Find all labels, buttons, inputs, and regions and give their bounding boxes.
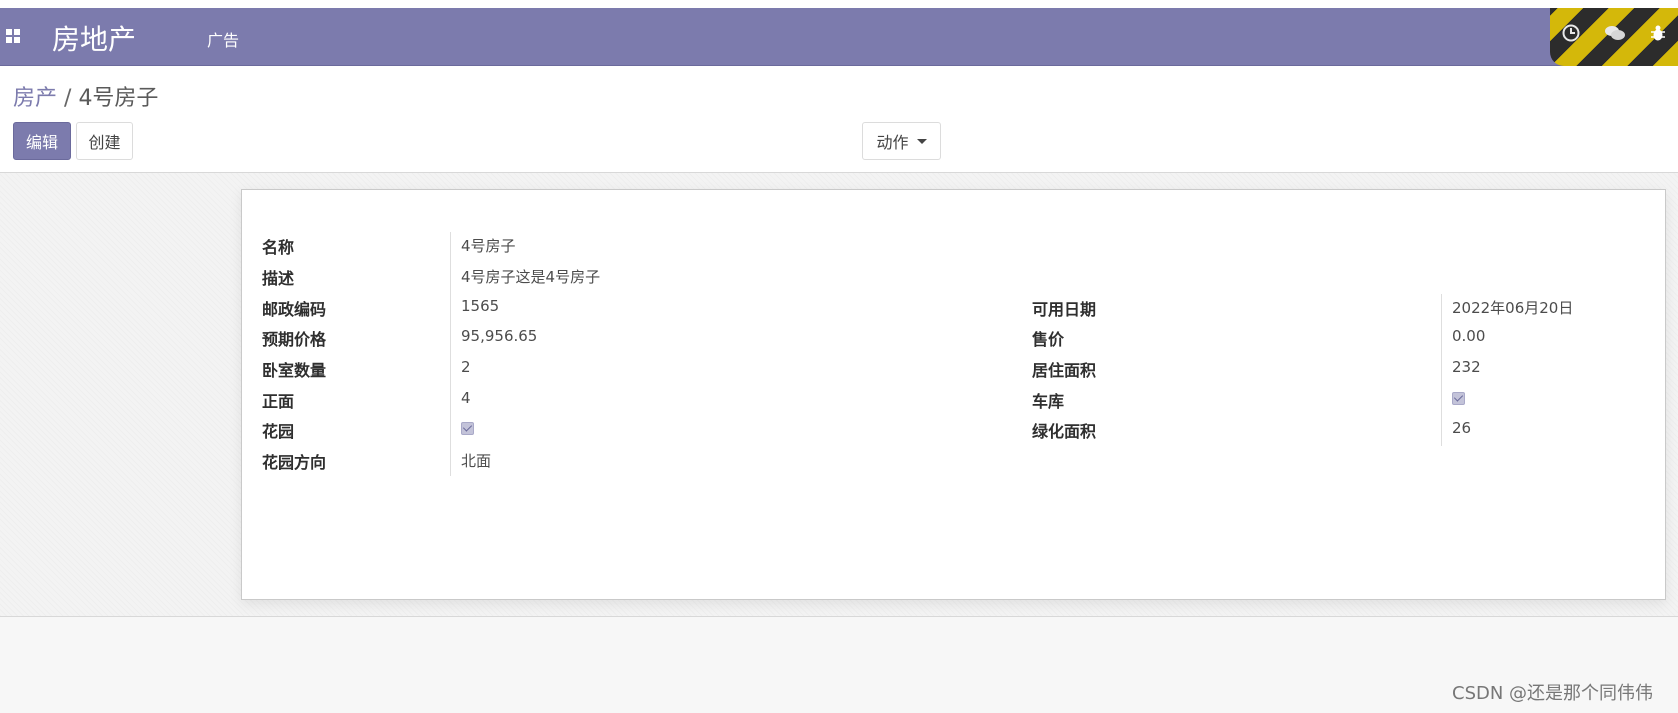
garden-orientation-label: 花园方向 (262, 453, 327, 472)
form-sheet: 名称 4号房子 描述 4号房子这是4号房子 邮政编码 1565 预期价格 95,… (241, 189, 1666, 600)
description-label: 描述 (262, 269, 295, 288)
expected-price-value: 95,956.65 (461, 327, 538, 345)
action-dropdown-button[interactable]: 动作 (862, 122, 941, 160)
action-label: 动作 (876, 133, 909, 152)
app-brand[interactable]: 房地产 (52, 18, 136, 58)
living-area-label: 居住面积 (1032, 361, 1097, 380)
breadcrumb-current: 4号房子 (78, 86, 159, 111)
facades-value: 4 (461, 389, 471, 407)
menu-item-ads[interactable]: 广告 (207, 27, 239, 51)
postcode-value: 1565 (461, 297, 500, 315)
breadcrumb-parent[interactable]: 房产 (13, 86, 57, 111)
date-available-label: 可用日期 (1032, 300, 1097, 319)
postcode-label: 邮政编码 (262, 300, 327, 319)
csdn-watermark: CSDN @还是那个同伟伟 (1452, 683, 1654, 704)
breadcrumb-separator: / (64, 86, 72, 111)
facades-label: 正面 (262, 392, 295, 411)
garden-area-label: 绿化面积 (1032, 422, 1097, 441)
garden-orientation-value: 北面 (461, 452, 492, 470)
selling-price-value: 0.00 (1452, 327, 1486, 345)
selling-price-label: 售价 (1032, 330, 1065, 349)
bedrooms-value: 2 (461, 358, 471, 376)
apps-grid-icon[interactable] (6, 29, 21, 44)
breadcrumb: 房产 / 4号房子 (13, 80, 158, 112)
top-navbar: 房地产 广告 (0, 8, 1678, 66)
garden-checkbox (461, 422, 474, 435)
garage-checkbox (1452, 392, 1465, 405)
date-available-value: 2022年06月20日 (1452, 299, 1574, 317)
expected-price-label: 预期价格 (262, 330, 327, 349)
garage-label: 车库 (1032, 392, 1065, 411)
name-value: 4号房子 (461, 237, 516, 255)
right-group-divider (1441, 294, 1442, 446)
garden-label: 花园 (262, 422, 295, 441)
caret-down-icon (916, 138, 927, 144)
bedrooms-label: 卧室数量 (262, 361, 327, 380)
top-strip (0, 0, 1678, 8)
clock-icon[interactable] (1562, 24, 1580, 42)
page-footer-area (0, 617, 1678, 713)
name-label: 名称 (262, 238, 295, 257)
chat-icon[interactable] (1604, 24, 1626, 42)
bug-icon[interactable] (1650, 24, 1666, 42)
create-button[interactable]: 创建 (76, 122, 133, 160)
description-value: 4号房子这是4号房子 (461, 268, 601, 286)
left-group-divider (450, 232, 451, 476)
living-area-value: 232 (1452, 358, 1481, 376)
garden-area-value: 26 (1452, 419, 1472, 437)
edit-button[interactable]: 编辑 (13, 122, 71, 160)
